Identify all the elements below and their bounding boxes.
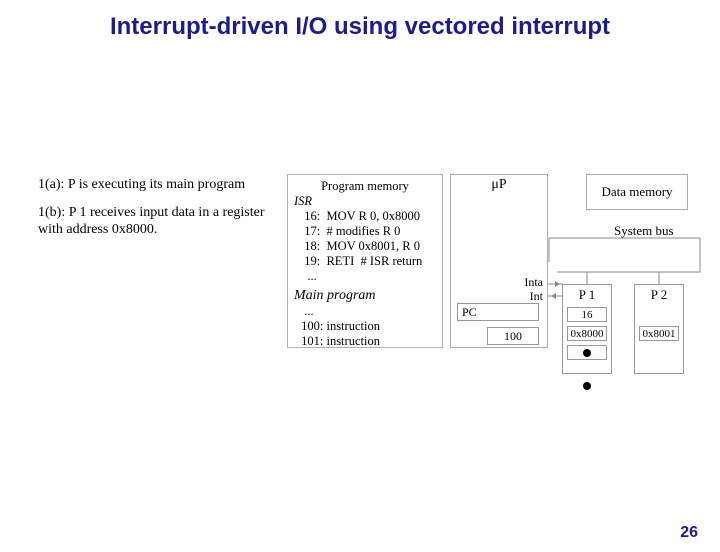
peripheral-1-data-slot [567,345,607,360]
slide-number: 26 [680,524,698,542]
pc-label: PC [458,305,481,320]
peripheral-1-box: P 1 16 0x8000 [562,284,612,374]
mp-line-101: 101: instruction [298,334,436,349]
slide-title: Interrupt-driven I/O using vectored inte… [50,12,670,42]
peripheral-1-addr-slot: 0x8000 [567,326,607,341]
peripheral-2-box: P 2 0x8001 [634,284,684,374]
input-data-dot-icon [583,382,591,390]
main-program-label: Main program [294,288,436,304]
mu-p-label: μP [451,177,547,193]
arrow-icon [555,281,560,287]
inta-pin-label: Inta [524,275,543,290]
isr-line-19: 19: RETI # ISR return [298,254,436,269]
microprocessor-box: μP Inta Int PC 100 [450,174,548,348]
step-1b: 1(b): P 1 receives input data in a regis… [38,204,274,239]
data-memory-box: Data memory [586,174,688,210]
mp-line-100: 100: instruction [298,319,436,334]
arrow-icon [551,293,556,299]
mp-line-dots: ... [298,304,436,319]
isr-label: ISR [294,194,436,209]
pc-register: PC [457,303,539,321]
data-dot-icon [583,349,591,357]
isr-line-17: 17: # modifies R 0 [298,224,436,239]
peripheral-2-empty-slot [639,345,679,360]
peripheral-1-vector-slot: 16 [567,307,607,322]
program-memory-box: Program memory ISR 16: MOV R 0, 0x8000 1… [287,174,443,348]
step-descriptions: 1(a): P is executing its main program 1(… [38,176,274,249]
peripheral-2-addr-slot: 0x8001 [639,326,679,341]
isr-line-16: 16: MOV R 0, 0x8000 [298,209,436,224]
step-1a: 1(a): P is executing its main program [38,176,274,194]
isr-line-18: 18: MOV 0x8001, R 0 [298,239,436,254]
system-bus-label: System bus [614,223,674,239]
pc-value-box: 100 [487,327,539,345]
program-memory-header: Program memory [294,179,436,194]
isr-line-dots: ... [298,269,436,284]
int-pin-label: Int [530,289,543,304]
pc-value: 100 [504,329,522,344]
peripheral-1-label: P 1 [563,287,611,303]
peripheral-2-label: P 2 [635,287,683,303]
